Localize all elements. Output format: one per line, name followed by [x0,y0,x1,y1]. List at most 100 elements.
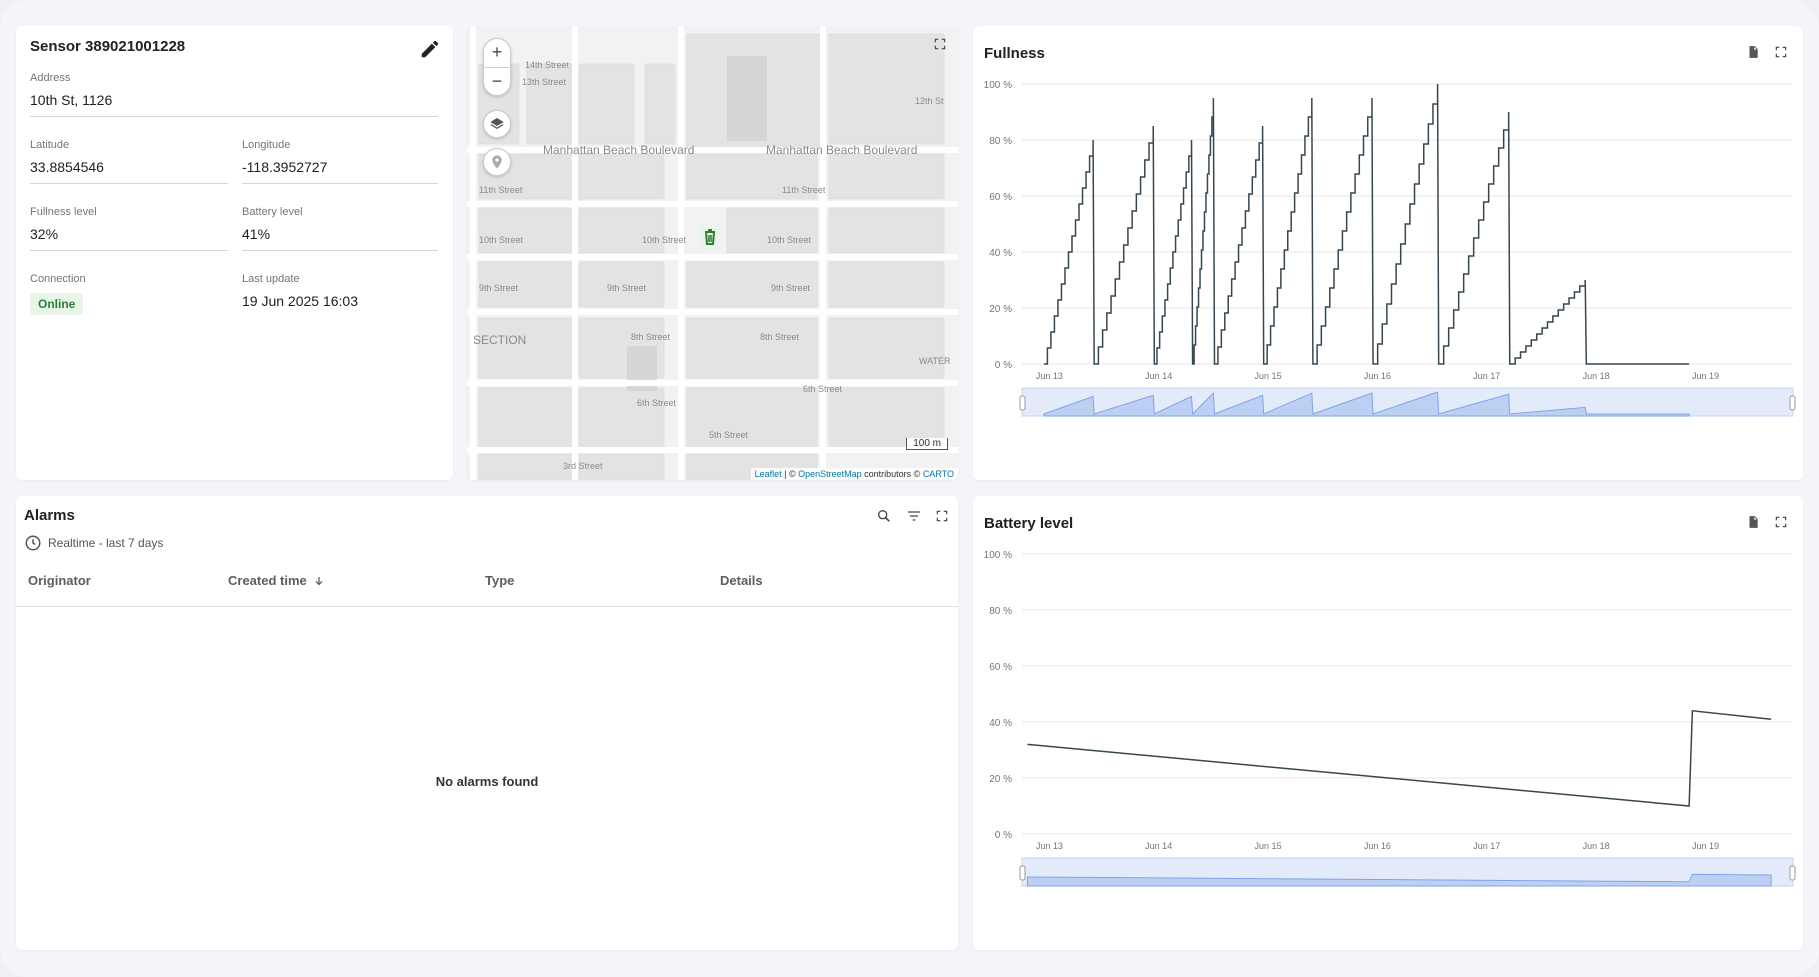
pencil-icon [419,38,441,60]
status-badge: Online [30,293,83,315]
column-originator[interactable]: Originator [28,573,91,588]
street-label: Manhattan Beach Boulevard [766,143,917,157]
street-label: 8th Street [760,332,800,342]
fullscreen-button[interactable] [932,506,952,526]
empty-state: No alarms found [16,774,958,789]
edit-button[interactable] [419,38,441,60]
x-tick-label: Jun 15 [1255,371,1282,381]
x-tick-label: Jun 17 [1473,841,1500,851]
search-button[interactable] [874,506,894,526]
y-tick-label: 20 % [989,304,1012,315]
series-line [1044,84,1689,364]
fullscreen-icon [935,509,949,523]
fullness-chart[interactable]: 0 %20 %40 %60 %80 %100 %Jun 13Jun 14Jun … [973,26,1803,480]
alarms-title: Alarms [24,507,75,524]
address-field: Address 10th St, 1126 [30,72,438,117]
x-tick-label: Jun 14 [1145,841,1172,851]
location-button[interactable] [483,148,511,176]
fullness-label: Fullness level [30,206,228,218]
pin-icon [489,154,505,170]
y-tick-label: 100 % [984,550,1012,561]
timewindow[interactable]: Realtime - last 7 days [24,534,163,552]
latitude-field: Latitude 33.8854546 [30,139,228,184]
address-value: 10th St, 1126 [30,92,438,117]
y-tick-label: 40 % [989,718,1012,729]
leaflet-link[interactable]: Leaflet [755,469,782,479]
sensor-info-card: Sensor 389021001228 Address 10th St, 112… [16,26,453,480]
column-label: Created time [228,573,307,588]
y-tick-label: 0 % [995,830,1012,841]
search-icon [876,508,892,524]
street-label: 14th Street [525,60,570,70]
street-label: 9th Street [479,283,519,293]
column-details[interactable]: Details [720,573,763,588]
street-label: 10th Street [642,235,687,245]
battery-value: 41% [242,226,438,251]
street-label: 12th St [915,96,944,106]
street-label: 11th Street [479,185,523,195]
x-tick-label: Jun 13 [1036,841,1063,851]
x-tick-label: Jun 16 [1364,841,1391,851]
layers-button[interactable] [483,110,511,138]
timewindow-label: Realtime - last 7 days [48,536,163,550]
street-label: 13th Street [522,77,567,87]
y-tick-label: 20 % [989,774,1012,785]
y-tick-label: 60 % [989,192,1012,203]
map-scale: 100 m [906,438,948,450]
trash-icon [699,224,721,250]
x-tick-label: Jun 14 [1145,371,1172,381]
attrib-text: contributors © [862,469,923,479]
x-tick-label: Jun 18 [1583,841,1610,851]
street-label: 6th Street [637,398,677,408]
sensor-title: Sensor 389021001228 [30,38,185,55]
battery-chart-card: Battery level 0 %20 %40 %60 %80 %100 %Ju… [973,496,1803,950]
battery-field: Battery level 41% [242,206,438,251]
navigator-handle-right [1790,866,1795,880]
map-fullscreen-button[interactable] [930,34,950,54]
street-label: 11th Street [782,185,826,195]
x-tick-label: Jun 13 [1036,371,1063,381]
longitude-field: Longitude -118.3952727 [242,139,438,184]
street-label: 5th Street [709,430,749,440]
street-label: 9th Street [607,283,647,293]
clock-icon [24,534,42,552]
y-tick-label: 40 % [989,248,1012,259]
connection-label: Connection [30,273,228,285]
x-tick-label: Jun 15 [1255,841,1282,851]
y-tick-label: 80 % [989,136,1012,147]
street-label: Manhattan Beach Boulevard [543,143,694,157]
map-tiles[interactable]: 14th Street 13th Street 12th St Manhatta… [467,26,958,480]
x-tick-label: Jun 18 [1583,371,1610,381]
filter-button[interactable] [904,506,924,526]
last-update-field: Last update 19 Jun 2025 16:03 [242,273,438,309]
table-header-divider [16,606,958,607]
street-label: 9th Street [771,283,811,293]
navigator-handle-right [1790,396,1795,410]
trash-bin-marker[interactable] [699,224,721,250]
map-card: 14th Street 13th Street 12th St Manhatta… [467,26,958,480]
street-label: 3rd Street [563,461,603,471]
last-update-value: 19 Jun 2025 16:03 [242,293,438,309]
carto-link[interactable]: CARTO [923,469,954,479]
last-update-label: Last update [242,273,438,285]
y-tick-label: 60 % [989,662,1012,673]
navigator-handle-left [1020,866,1025,880]
attrib-text: | © [782,469,798,479]
longitude-label: Longitude [242,139,438,151]
street-label: 10th Street [767,235,812,245]
column-type[interactable]: Type [485,573,514,588]
street-label: 6th Street [803,384,843,394]
latitude-label: Latitude [30,139,228,151]
zoom-out-button[interactable]: − [484,68,510,96]
zoom-in-button[interactable]: + [484,39,510,67]
zoom-control: + − [483,38,511,96]
layers-icon [489,116,505,132]
osm-link[interactable]: OpenStreetMap [798,469,862,479]
map-attribution: Leaflet | © OpenStreetMap contributors ©… [751,468,958,480]
battery-chart[interactable]: 0 % 20 % 40 % 60 % 80 % 100 % Jun 13 Jun 14 Jun … [973,496,1803,950]
column-created-time[interactable]: Created time [228,573,325,588]
x-tick-label: Jun 19 [1692,841,1719,851]
navigator-handle-left [1020,396,1025,410]
y-tick-label: 80 % [989,606,1012,617]
fullscreen-icon [933,37,947,51]
